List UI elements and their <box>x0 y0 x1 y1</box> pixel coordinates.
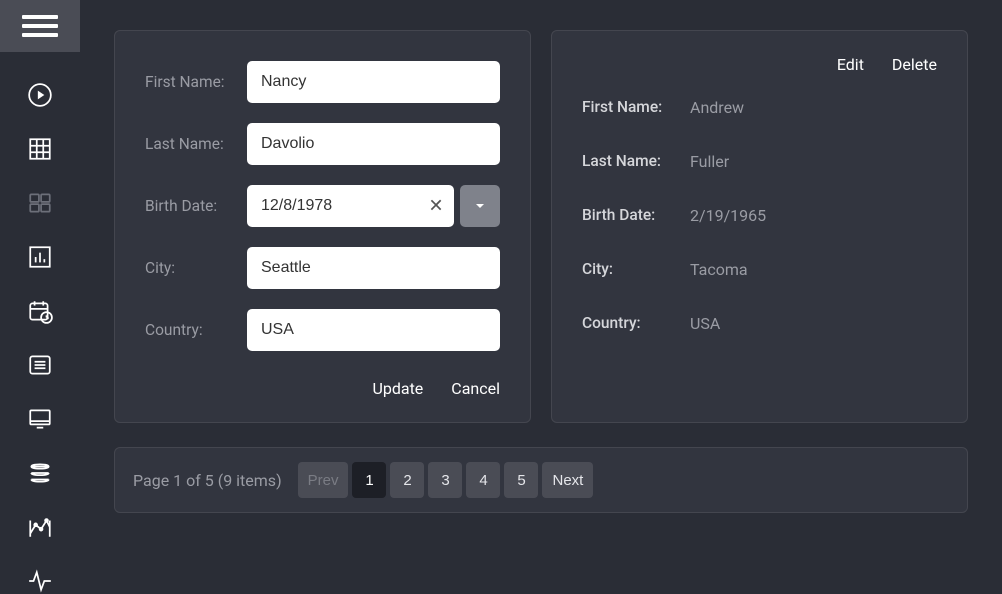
pager-prev-button[interactable]: Prev <box>298 462 349 498</box>
view-country-label: Country: <box>582 314 690 332</box>
view-city-value: Tacoma <box>690 260 937 279</box>
stack-icon[interactable] <box>27 460 53 486</box>
view-card: Edit Delete First Name: Andrew Last Name… <box>551 30 968 423</box>
view-country-value: USA <box>690 314 937 333</box>
line-chart-icon[interactable] <box>27 514 53 540</box>
bar-chart-icon[interactable] <box>27 244 53 270</box>
sidebar <box>0 0 80 594</box>
play-icon[interactable] <box>27 82 53 108</box>
view-first-name-label: First Name: <box>582 98 690 116</box>
update-button[interactable]: Update <box>372 379 423 398</box>
view-city-label: City: <box>582 260 690 278</box>
birth-date-label: Birth Date: <box>145 197 247 215</box>
cancel-button[interactable]: Cancel <box>451 379 500 398</box>
delete-button[interactable]: Delete <box>892 55 937 74</box>
edit-card: First Name: Last Name: Birth Date: ✕ <box>114 30 531 423</box>
pager-page-1[interactable]: 1 <box>352 462 386 498</box>
pager: Page 1 of 5 (9 items) Prev 1 2 3 4 5 Nex… <box>114 447 968 513</box>
pager-buttons: Prev 1 2 3 4 5 Next <box>298 462 594 498</box>
nav-list <box>27 82 53 594</box>
pager-page-3[interactable]: 3 <box>428 462 462 498</box>
activity-icon[interactable] <box>27 568 53 594</box>
grid-icon[interactable] <box>27 136 53 162</box>
date-dropdown-button[interactable] <box>460 185 500 227</box>
last-name-input[interactable] <box>247 123 500 165</box>
monitor-icon[interactable] <box>27 406 53 432</box>
first-name-label: First Name: <box>145 73 247 91</box>
pager-next-button[interactable]: Next <box>542 462 593 498</box>
last-name-label: Last Name: <box>145 135 247 153</box>
birth-date-input[interactable] <box>247 185 454 227</box>
list-icon[interactable] <box>27 352 53 378</box>
calendar-clock-icon[interactable] <box>27 298 53 324</box>
edit-button[interactable]: Edit <box>837 55 864 74</box>
country-label: Country: <box>145 321 247 339</box>
view-first-name-value: Andrew <box>690 98 937 117</box>
city-input[interactable] <box>247 247 500 289</box>
first-name-input[interactable] <box>247 61 500 103</box>
pager-page-5[interactable]: 5 <box>504 462 538 498</box>
cards-row: First Name: Last Name: Birth Date: ✕ <box>114 30 968 423</box>
view-birth-date-label: Birth Date: <box>582 206 690 224</box>
view-last-name-label: Last Name: <box>582 152 690 170</box>
city-label: City: <box>145 259 247 277</box>
pager-status: Page 1 of 5 (9 items) <box>133 471 282 490</box>
view-birth-date-value: 2/19/1965 <box>690 206 937 225</box>
main-content: First Name: Last Name: Birth Date: ✕ <box>80 0 1002 594</box>
pager-page-2[interactable]: 2 <box>390 462 424 498</box>
cards-icon[interactable] <box>27 190 53 216</box>
view-last-name-value: Fuller <box>690 152 937 171</box>
menu-toggle-button[interactable] <box>0 0 80 52</box>
country-input[interactable] <box>247 309 500 351</box>
pager-page-4[interactable]: 4 <box>466 462 500 498</box>
clear-date-icon[interactable]: ✕ <box>426 196 446 217</box>
